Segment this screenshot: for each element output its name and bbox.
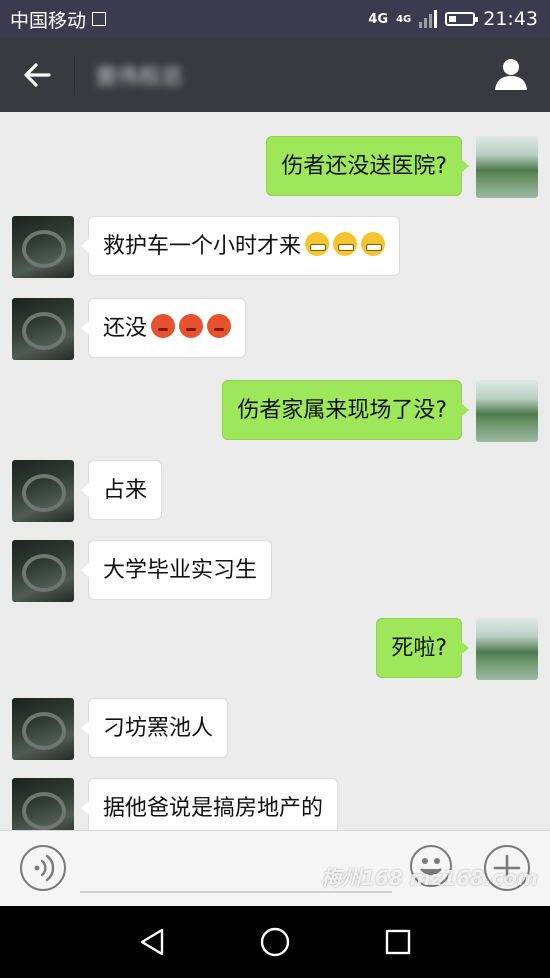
navigation-bar bbox=[0, 906, 550, 978]
message-bubble-received[interactable]: 刁坊罴池人 bbox=[80, 698, 229, 758]
chat-header: 曾伟权总 bbox=[0, 38, 550, 112]
status-bar: 中国移动 4G 4G 21:43 bbox=[0, 0, 550, 38]
avatar-contact[interactable] bbox=[12, 460, 74, 522]
message-text: 伤者家属来现场了没? bbox=[237, 398, 447, 423]
nav-recents-button[interactable] bbox=[380, 924, 416, 960]
avatar-contact[interactable] bbox=[12, 778, 74, 830]
grin-emoji-icon bbox=[333, 232, 358, 256]
arrow-left-icon bbox=[24, 63, 51, 87]
avatar-self[interactable] bbox=[476, 618, 538, 680]
message-bubble-sent[interactable]: 伤者还没送医院? bbox=[266, 136, 469, 196]
message-bubble-received[interactable]: 大学毕业实习生 bbox=[80, 540, 273, 600]
person-icon bbox=[495, 59, 527, 90]
message-bubble-received[interactable]: 救护车一个小时才来 bbox=[80, 216, 401, 276]
profile-button[interactable] bbox=[492, 56, 530, 94]
message-text: 刁坊罴池人 bbox=[103, 716, 214, 741]
watermark: 梅州168 mz168.com bbox=[321, 866, 538, 890]
message-list[interactable]: 伤者还没送医院? 救护车一个小时才来 还没 伤者家属来现场了没? 占来 大学毕业… bbox=[0, 112, 550, 830]
angry-emoji-icon bbox=[179, 314, 204, 338]
back-button[interactable] bbox=[0, 38, 74, 112]
chat-title: 曾伟权总 bbox=[95, 65, 184, 90]
grin-emoji-icon bbox=[305, 232, 330, 256]
angry-emoji-icon bbox=[207, 314, 232, 338]
message-bubble-received[interactable]: 占来 bbox=[80, 460, 163, 520]
battery-icon bbox=[445, 12, 479, 26]
grin-emoji-icon bbox=[361, 232, 386, 256]
image-notification-icon bbox=[92, 12, 107, 26]
message-text: 大学毕业实习生 bbox=[103, 558, 258, 583]
avatar-contact[interactable] bbox=[12, 540, 74, 602]
avatar-self[interactable] bbox=[476, 380, 538, 442]
carrier-name: 中国移动 bbox=[10, 9, 87, 32]
avatar-contact[interactable] bbox=[12, 216, 74, 278]
signal-icon bbox=[419, 10, 438, 28]
message-bubble-received[interactable]: 据他爸说是搞房地产的 bbox=[80, 778, 339, 830]
voice-icon bbox=[34, 854, 55, 882]
triangle-back-icon bbox=[140, 928, 164, 956]
message-text: 救护车一个小时才来 bbox=[103, 234, 302, 259]
avatar-contact[interactable] bbox=[12, 698, 74, 760]
nav-back-button[interactable] bbox=[134, 924, 170, 960]
angry-emoji-icon bbox=[151, 314, 176, 338]
header-divider bbox=[74, 55, 75, 95]
message-text: 死啦? bbox=[391, 636, 447, 661]
avatar-contact[interactable] bbox=[12, 298, 74, 360]
network-type-secondary: 4G bbox=[396, 13, 412, 25]
voice-button[interactable] bbox=[20, 845, 66, 891]
network-type: 4G bbox=[368, 11, 389, 27]
circle-home-icon bbox=[260, 927, 290, 957]
nav-home-button[interactable] bbox=[257, 924, 293, 960]
square-recents-icon bbox=[385, 929, 411, 955]
message-bubble-sent[interactable]: 死啦? bbox=[376, 618, 469, 678]
message-text: 伤者还没送医院? bbox=[281, 154, 447, 179]
avatar-self[interactable] bbox=[476, 136, 538, 198]
message-bubble-received[interactable]: 还没 bbox=[80, 298, 247, 358]
message-input[interactable] bbox=[80, 847, 396, 893]
message-bubble-sent[interactable]: 伤者家属来现场了没? bbox=[222, 380, 469, 440]
clock: 21:43 bbox=[483, 8, 538, 30]
message-text: 还没 bbox=[103, 316, 148, 341]
message-text: 据他爸说是搞房地产的 bbox=[103, 796, 324, 821]
message-text: 占来 bbox=[103, 478, 148, 503]
